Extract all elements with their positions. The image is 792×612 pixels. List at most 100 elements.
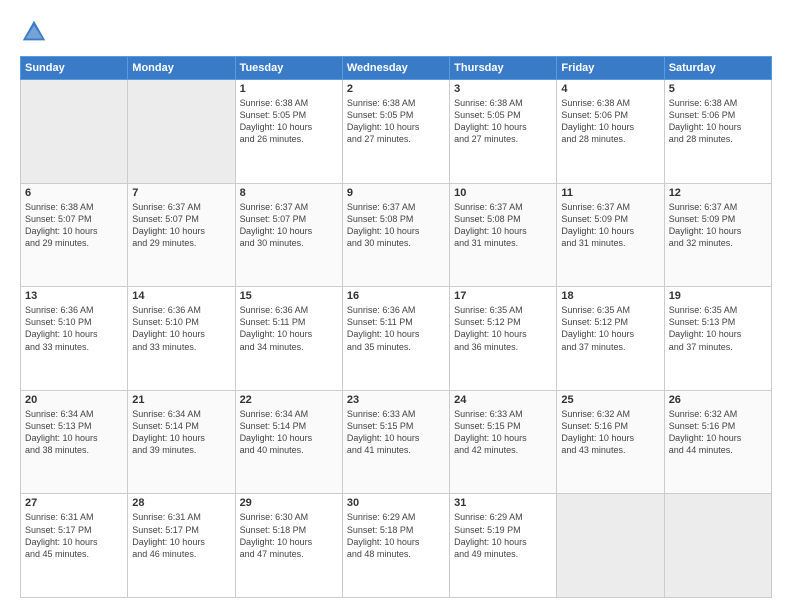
day-info: Sunrise: 6:36 AM Sunset: 5:10 PM Dayligh… <box>132 304 230 353</box>
day-info: Sunrise: 6:37 AM Sunset: 5:08 PM Dayligh… <box>347 201 445 250</box>
day-info: Sunrise: 6:37 AM Sunset: 5:09 PM Dayligh… <box>669 201 767 250</box>
day-number: 19 <box>669 290 767 302</box>
calendar-cell: 22 Sunrise: 6:34 AM Sunset: 5:14 PM Dayli… <box>235 390 342 494</box>
day-info: Sunrise: 6:34 AM Sunset: 5:14 PM Dayligh… <box>132 408 230 457</box>
day-number: 26 <box>669 394 767 406</box>
day-info: Sunrise: 6:38 AM Sunset: 5:05 PM Dayligh… <box>347 97 445 146</box>
day-info: Sunrise: 6:37 AM Sunset: 5:09 PM Dayligh… <box>561 201 659 250</box>
calendar-cell: 16 Sunrise: 6:36 AM Sunset: 5:11 PM Dayli… <box>342 287 449 391</box>
day-info: Sunrise: 6:36 AM Sunset: 5:10 PM Dayligh… <box>25 304 123 353</box>
day-number: 16 <box>347 290 445 302</box>
day-number: 1 <box>240 83 338 95</box>
day-info: Sunrise: 6:37 AM Sunset: 5:07 PM Dayligh… <box>132 201 230 250</box>
day-number: 27 <box>25 497 123 509</box>
day-number: 21 <box>132 394 230 406</box>
day-info: Sunrise: 6:31 AM Sunset: 5:17 PM Dayligh… <box>25 511 123 560</box>
day-info: Sunrise: 6:38 AM Sunset: 5:05 PM Dayligh… <box>454 97 552 146</box>
calendar-cell: 8Sunrise: 6:37 AM Sunset: 5:07 PM Daylig… <box>235 183 342 287</box>
day-info: Sunrise: 6:35 AM Sunset: 5:12 PM Dayligh… <box>454 304 552 353</box>
calendar-cell: 23 Sunrise: 6:33 AM Sunset: 5:15 PM Dayli… <box>342 390 449 494</box>
logo <box>20 18 52 46</box>
calendar-header-sunday: Sunday <box>21 57 128 80</box>
day-number: 10 <box>454 187 552 199</box>
day-info: Sunrise: 6:36 AM Sunset: 5:11 PM Dayligh… <box>240 304 338 353</box>
calendar-week-row: 1 Sunrise: 6:38 AM Sunset: 5:05 PM Daylig… <box>21 80 772 184</box>
calendar-cell: 4Sunrise: 6:38 AM Sunset: 5:06 PM Daylig… <box>557 80 664 184</box>
day-info: Sunrise: 6:33 AM Sunset: 5:15 PM Dayligh… <box>454 408 552 457</box>
day-info: Sunrise: 6:37 AM Sunset: 5:08 PM Dayligh… <box>454 201 552 250</box>
day-info: Sunrise: 6:36 AM Sunset: 5:11 PM Dayligh… <box>347 304 445 353</box>
calendar-cell: 1 Sunrise: 6:38 AM Sunset: 5:05 PM Daylig… <box>235 80 342 184</box>
calendar-header-thursday: Thursday <box>450 57 557 80</box>
day-info: Sunrise: 6:30 AM Sunset: 5:18 PM Dayligh… <box>240 511 338 560</box>
day-number: 18 <box>561 290 659 302</box>
calendar-cell: 20Sunrise: 6:34 AM Sunset: 5:13 PM Dayli… <box>21 390 128 494</box>
calendar-cell: 14 Sunrise: 6:36 AM Sunset: 5:10 PM Dayli… <box>128 287 235 391</box>
day-info: Sunrise: 6:29 AM Sunset: 5:18 PM Dayligh… <box>347 511 445 560</box>
calendar-cell: 15 Sunrise: 6:36 AM Sunset: 5:11 PM Dayli… <box>235 287 342 391</box>
day-info: Sunrise: 6:35 AM Sunset: 5:12 PM Dayligh… <box>561 304 659 353</box>
day-number: 22 <box>240 394 338 406</box>
calendar-table: SundayMondayTuesdayWednesdayThursdayFrid… <box>20 56 772 598</box>
day-number: 17 <box>454 290 552 302</box>
calendar-cell: 6 Sunrise: 6:38 AM Sunset: 5:07 PM Daylig… <box>21 183 128 287</box>
calendar-cell <box>21 80 128 184</box>
day-number: 5 <box>669 83 767 95</box>
calendar-cell: 31 Sunrise: 6:29 AM Sunset: 5:19 PM Dayli… <box>450 494 557 598</box>
day-number: 9 <box>347 187 445 199</box>
day-info: Sunrise: 6:29 AM Sunset: 5:19 PM Dayligh… <box>454 511 552 560</box>
day-info: Sunrise: 6:38 AM Sunset: 5:05 PM Dayligh… <box>240 97 338 146</box>
calendar-week-row: 6 Sunrise: 6:38 AM Sunset: 5:07 PM Daylig… <box>21 183 772 287</box>
calendar-header-wednesday: Wednesday <box>342 57 449 80</box>
calendar-cell: 18 Sunrise: 6:35 AM Sunset: 5:12 PM Dayli… <box>557 287 664 391</box>
calendar-header-saturday: Saturday <box>664 57 771 80</box>
calendar-cell: 24Sunrise: 6:33 AM Sunset: 5:15 PM Dayli… <box>450 390 557 494</box>
calendar-week-row: 13 Sunrise: 6:36 AM Sunset: 5:10 PM Dayli… <box>21 287 772 391</box>
calendar-cell: 11 Sunrise: 6:37 AM Sunset: 5:09 PM Dayli… <box>557 183 664 287</box>
day-number: 31 <box>454 497 552 509</box>
day-number: 13 <box>25 290 123 302</box>
calendar-cell: 30 Sunrise: 6:29 AM Sunset: 5:18 PM Dayli… <box>342 494 449 598</box>
day-number: 2 <box>347 83 445 95</box>
calendar-cell: 27 Sunrise: 6:31 AM Sunset: 5:17 PM Dayli… <box>21 494 128 598</box>
day-number: 30 <box>347 497 445 509</box>
day-info: Sunrise: 6:33 AM Sunset: 5:15 PM Dayligh… <box>347 408 445 457</box>
day-number: 12 <box>669 187 767 199</box>
day-number: 29 <box>240 497 338 509</box>
calendar-cell <box>557 494 664 598</box>
day-number: 11 <box>561 187 659 199</box>
calendar-cell: 12 Sunrise: 6:37 AM Sunset: 5:09 PM Dayli… <box>664 183 771 287</box>
calendar-header-friday: Friday <box>557 57 664 80</box>
calendar-cell: 28Sunrise: 6:31 AM Sunset: 5:17 PM Dayli… <box>128 494 235 598</box>
calendar-header-row: SundayMondayTuesdayWednesdayThursdayFrid… <box>21 57 772 80</box>
logo-icon <box>20 18 48 46</box>
calendar-cell: 17 Sunrise: 6:35 AM Sunset: 5:12 PM Dayli… <box>450 287 557 391</box>
day-number: 25 <box>561 394 659 406</box>
calendar-header-tuesday: Tuesday <box>235 57 342 80</box>
day-info: Sunrise: 6:38 AM Sunset: 5:07 PM Dayligh… <box>25 201 123 250</box>
calendar-cell: 29 Sunrise: 6:30 AM Sunset: 5:18 PM Dayli… <box>235 494 342 598</box>
calendar-cell: 3 Sunrise: 6:38 AM Sunset: 5:05 PM Daylig… <box>450 80 557 184</box>
calendar-cell: 10 Sunrise: 6:37 AM Sunset: 5:08 PM Dayli… <box>450 183 557 287</box>
day-number: 23 <box>347 394 445 406</box>
calendar-cell: 26 Sunrise: 6:32 AM Sunset: 5:16 PM Dayli… <box>664 390 771 494</box>
day-number: 28 <box>132 497 230 509</box>
calendar-header-monday: Monday <box>128 57 235 80</box>
day-number: 6 <box>25 187 123 199</box>
calendar-cell: 5 Sunrise: 6:38 AM Sunset: 5:06 PM Daylig… <box>664 80 771 184</box>
day-number: 14 <box>132 290 230 302</box>
page: SundayMondayTuesdayWednesdayThursdayFrid… <box>0 0 792 612</box>
day-info: Sunrise: 6:34 AM Sunset: 5:14 PM Dayligh… <box>240 408 338 457</box>
day-info: Sunrise: 6:38 AM Sunset: 5:06 PM Dayligh… <box>561 97 659 146</box>
header <box>20 18 772 46</box>
day-number: 3 <box>454 83 552 95</box>
calendar-cell: 21 Sunrise: 6:34 AM Sunset: 5:14 PM Dayli… <box>128 390 235 494</box>
day-info: Sunrise: 6:34 AM Sunset: 5:13 PM Dayligh… <box>25 408 123 457</box>
calendar-cell <box>128 80 235 184</box>
day-info: Sunrise: 6:38 AM Sunset: 5:06 PM Dayligh… <box>669 97 767 146</box>
calendar-cell: 25Sunrise: 6:32 AM Sunset: 5:16 PM Dayli… <box>557 390 664 494</box>
day-info: Sunrise: 6:35 AM Sunset: 5:13 PM Dayligh… <box>669 304 767 353</box>
calendar-week-row: 20Sunrise: 6:34 AM Sunset: 5:13 PM Dayli… <box>21 390 772 494</box>
day-number: 15 <box>240 290 338 302</box>
day-info: Sunrise: 6:32 AM Sunset: 5:16 PM Dayligh… <box>669 408 767 457</box>
